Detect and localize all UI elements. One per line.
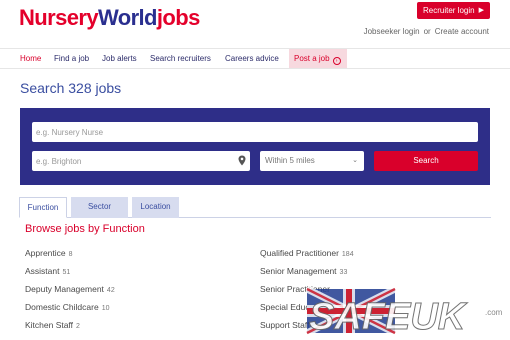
job-count: 10	[101, 305, 110, 312]
jobseeker-login-link[interactable]: Jobseeker login	[364, 27, 420, 36]
nav-home[interactable]: Home	[20, 49, 41, 68]
job-count: 8	[68, 251, 73, 258]
keyword-search-input[interactable]	[32, 122, 478, 142]
function-link[interactable]: Deputy Management 42	[25, 284, 115, 294]
location-search-input[interactable]	[32, 151, 250, 171]
svg-text:.com: .com	[485, 308, 503, 317]
auth-links: Jobseeker login or Create account	[364, 27, 489, 36]
job-count: 184	[341, 251, 354, 258]
function-link[interactable]: Senior Management 33	[260, 266, 347, 276]
job-count: 2	[76, 323, 80, 330]
page-title: Search 328 jobs	[20, 80, 122, 96]
main-nav: Home Find a job Job alerts Search recrui…	[0, 48, 510, 69]
svg-text:SAFEUK: SAFEUK	[309, 296, 468, 338]
function-link[interactable]: Apprentice 8	[25, 248, 73, 258]
search-button[interactable]: Search	[374, 151, 478, 171]
browse-title: Browse jobs by Function	[25, 223, 145, 235]
site-logo[interactable]: NurseryWorldjobs	[19, 5, 200, 31]
recruiter-login-button[interactable]: Recruiter login ▶	[417, 2, 490, 19]
circle-arrow-icon: ›	[332, 57, 341, 65]
tab-sector[interactable]: Sector	[71, 197, 128, 218]
arrow-right-icon: ▶	[478, 7, 484, 14]
watermark-logo: SAFEUK .com	[305, 285, 503, 339]
search-panel: Within 5 miles ⌄ Search	[20, 108, 490, 185]
nav-search-recruiters[interactable]: Search recruiters	[150, 49, 211, 68]
nav-job-alerts[interactable]: Job alerts	[102, 49, 137, 68]
function-link[interactable]: Support Staff	[260, 320, 309, 330]
function-link[interactable]: Assistant 51	[25, 266, 70, 276]
chevron-down-icon: ⌄	[352, 157, 358, 164]
function-link[interactable]: Kitchen Staff 2	[25, 320, 80, 330]
nav-find-a-job[interactable]: Find a job	[54, 49, 89, 68]
location-pin-icon	[238, 155, 246, 166]
tab-location[interactable]: Location	[132, 197, 179, 218]
tab-function[interactable]: Function	[19, 197, 67, 218]
create-account-link[interactable]: Create account	[435, 27, 489, 36]
job-count: 42	[106, 287, 115, 294]
job-count: 51	[62, 269, 71, 276]
browse-tabs: Function Sector Location	[19, 197, 491, 218]
function-link[interactable]: Qualified Practitioner 184	[260, 248, 354, 258]
function-link[interactable]: Domestic Childcare 10	[25, 302, 110, 312]
nav-post-a-job[interactable]: Post a job ›	[289, 49, 347, 68]
distance-select[interactable]: Within 5 miles ⌄	[260, 151, 364, 171]
nav-careers-advice[interactable]: Careers advice	[225, 49, 279, 68]
site-header: NurseryWorldjobs Recruiter login ▶ Jobse…	[0, 0, 510, 48]
job-count: 33	[339, 269, 348, 276]
or-text: or	[423, 27, 431, 36]
